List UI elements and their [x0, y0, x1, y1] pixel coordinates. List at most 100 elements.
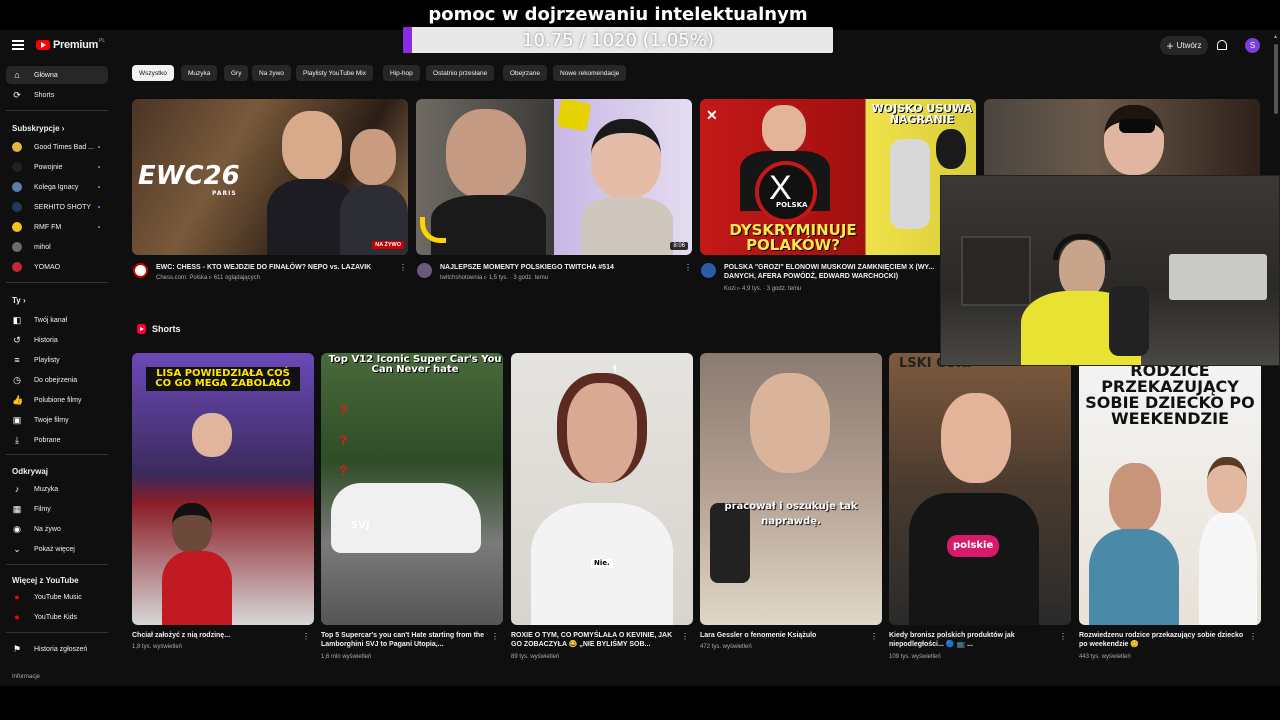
- sidebar-item[interactable]: ◧ Twój kanał: [6, 311, 108, 329]
- sidebar-item[interactable]: ● YouTube Kids: [6, 608, 108, 626]
- sidebar-item[interactable]: ◷ Do obejrzenia: [6, 371, 108, 389]
- short-thumbnail[interactable]: LSKI CUKI polskie: [889, 353, 1071, 625]
- channel-avatar: [12, 182, 22, 192]
- sidebar-item[interactable]: ⌂ Główna: [6, 66, 108, 84]
- sidebar-item[interactable]: ● YouTube Music: [6, 588, 108, 606]
- short-thumbnail[interactable]: Nie.: [511, 353, 693, 625]
- duration-badge: 8:06: [670, 242, 688, 250]
- thumbnail-person-body: [162, 551, 232, 625]
- sidebar-item[interactable]: RMF FM: [6, 218, 108, 236]
- short-thumbnail[interactable]: LISA POWIEDZIAŁA COŚ CO GO MEGA ZABOLAŁO: [132, 353, 314, 625]
- filter-chip[interactable]: Gry: [224, 65, 249, 81]
- short-title[interactable]: ROXIE O TYM, CO POMYŚLAŁA O KEVINIE, JAK…: [511, 631, 676, 649]
- menu-icon[interactable]: [12, 40, 24, 50]
- sidebar-item[interactable]: ⌄ Pokaż więcej: [6, 540, 108, 558]
- filter-chip[interactable]: Hip-hop: [383, 65, 420, 81]
- sidebar-item-label: Historia zgłoszeń: [34, 645, 88, 653]
- user-avatar[interactable]: S: [1245, 38, 1260, 53]
- video-channel[interactable]: Kozi: [724, 286, 736, 292]
- scroll-up-icon[interactable]: ▲: [1273, 34, 1278, 40]
- video-thumbnail[interactable]: ✕ X POLSKA WOJSKO USUWA NAGRANIE DYSKRYM…: [700, 99, 976, 255]
- more-options-icon[interactable]: ⋮: [1059, 632, 1067, 641]
- sidebar-item[interactable]: mihol: [6, 238, 108, 256]
- info-link[interactable]: Informacje: [12, 674, 40, 680]
- sidebar-item[interactable]: ◉ Na żywo: [6, 520, 108, 538]
- video-stats: 1,5 tys. · 3 godz. temu: [488, 275, 549, 281]
- filter-chip[interactable]: Na żywo: [252, 65, 291, 81]
- video-channel[interactable]: Chess.com: Polska: [156, 275, 207, 281]
- short-title[interactable]: Top 5 Supercar's you can't Hate starting…: [321, 631, 486, 649]
- video-thumbnail[interactable]: EWC26 PARIS NA ŻYWO: [132, 99, 408, 255]
- channel-avatar[interactable]: [701, 263, 716, 278]
- logo-country: PL: [98, 38, 106, 44]
- youtube-premium-logo[interactable]: Premium PL: [36, 38, 106, 51]
- sidebar-item[interactable]: ≡ Playlisty: [6, 351, 108, 369]
- sidebar-item[interactable]: 👍 Polubione filmy: [6, 391, 108, 409]
- short-title[interactable]: Kiedy bronisz polskich produktów jak nie…: [889, 631, 1054, 649]
- sidebar-item-label: SERHITO SHOTY: [34, 203, 92, 211]
- sidebar-item-label: mihol: [34, 243, 51, 251]
- notifications-bell-icon[interactable]: [1217, 40, 1227, 50]
- filter-chip[interactable]: Playlisty YouTube Mix: [296, 65, 373, 81]
- sidebar-item[interactable]: ♪ Muzyka: [6, 480, 108, 498]
- sidebar-item[interactable]: Kolega Ignacy: [6, 178, 108, 196]
- more-options-icon[interactable]: ⋮: [302, 632, 310, 641]
- video-title[interactable]: EWC: CHESS - KTO WEJDZIE DO FINAŁÓW? NEP…: [156, 263, 392, 272]
- short-thumbnail[interactable]: RODZICE PRZEKAZUJĄCY SOBIE DZIECKO PO WE…: [1079, 353, 1261, 625]
- filter-chip[interactable]: Ostatnio przesłane: [426, 65, 495, 81]
- you-heading[interactable]: Ty ›: [12, 296, 26, 305]
- short-thumbnail[interactable]: Top V12 Iconic Super Car's You Can Never…: [321, 353, 503, 625]
- sidebar-item[interactable]: ⤓ Pobrane: [6, 431, 108, 449]
- page-scrollbar[interactable]: ▲: [1273, 34, 1279, 679]
- clock-icon: ◷: [13, 375, 21, 385]
- new-content-dot: [98, 226, 100, 228]
- channel-avatar[interactable]: [133, 263, 148, 278]
- sidebar-item[interactable]: Good Times Bad ...: [6, 138, 108, 156]
- more-options-icon[interactable]: ⋮: [870, 632, 878, 641]
- filter-chip[interactable]: Obejrzane: [503, 65, 547, 81]
- sidebar-item[interactable]: ▣ Twoje filmy: [6, 411, 108, 429]
- sidebar-item-label: Na żywo: [34, 525, 61, 533]
- sidebar-item[interactable]: ▦ Filmy: [6, 500, 108, 518]
- short-title[interactable]: Lara Gessler o fenomenie Książulo: [700, 631, 865, 640]
- more-options-icon[interactable]: ⋮: [1249, 632, 1257, 641]
- create-button[interactable]: + Utwórz: [1160, 36, 1208, 55]
- more-options-icon[interactable]: ⋮: [399, 263, 407, 272]
- webcam-air-conditioner: [1169, 254, 1267, 300]
- thumbnail-person: [350, 129, 396, 185]
- sidebar-item-label: YouTube Music: [34, 593, 82, 601]
- filter-chip[interactable]: Nowe rekomendacje: [553, 65, 627, 81]
- sidebar-item[interactable]: Powojnie: [6, 158, 108, 176]
- video-meta: Chess.com: Polska ▹ 611 oglądających: [156, 275, 260, 281]
- short-title[interactable]: Rozwiedzenu rodzice przekazujący sobie d…: [1079, 631, 1244, 649]
- video-title[interactable]: POLSKA "GROZI" ELONOWI MUSKOWI ZAMKNIĘCI…: [724, 263, 936, 281]
- video-title[interactable]: NAJLEPSZE MOMENTY POLSKIEGO TWITCHA #514: [440, 263, 676, 272]
- sidebar-item[interactable]: ⚑ Historia zgłoszeń: [6, 640, 108, 658]
- short-thumbnail[interactable]: pracował i oszukuje tak naprawdę.: [700, 353, 882, 625]
- sidebar-item-label: Pobrane: [34, 436, 61, 444]
- subscriptions-heading[interactable]: Subskrypcje ›: [12, 124, 64, 133]
- yt-kids-icon: ●: [14, 612, 20, 622]
- channel-avatar[interactable]: [417, 263, 432, 278]
- video-stats: 4,9 tys. · 3 godz. temu: [742, 286, 802, 292]
- logo-text: Premium: [53, 39, 98, 51]
- sidebar-item[interactable]: YOMAO: [6, 258, 108, 276]
- thumbnail-person: [192, 413, 232, 457]
- sidebar-item[interactable]: ⟳ Shorts: [6, 86, 108, 104]
- thumbnail-person: [750, 373, 830, 473]
- filter-chip[interactable]: Wszystko: [132, 65, 174, 81]
- section-title: Subskrypcje: [12, 124, 60, 133]
- more-options-icon[interactable]: ⋮: [491, 632, 499, 641]
- short-title[interactable]: Chciał założyć z nią rodzinę...: [132, 631, 297, 640]
- sidebar-item[interactable]: SERHITO SHOTY: [6, 198, 108, 216]
- video-channel[interactable]: twitchshotownia: [440, 275, 482, 281]
- filter-chip[interactable]: Muzyka: [181, 65, 218, 81]
- sidebar-item-label: YOMAO: [34, 263, 61, 271]
- scrollbar-thumb[interactable]: [1274, 44, 1278, 114]
- more-options-icon[interactable]: ⋮: [681, 632, 689, 641]
- short-overlay-text: RODZICE PRZEKAZUJĄCY SOBIE DZIECKO PO WE…: [1085, 361, 1255, 428]
- sidebar-item-label: Twoje filmy: [34, 416, 69, 424]
- sidebar-item[interactable]: ↺ Historia: [6, 331, 108, 349]
- more-options-icon[interactable]: ⋮: [684, 263, 692, 272]
- video-thumbnail[interactable]: 8:06: [416, 99, 692, 255]
